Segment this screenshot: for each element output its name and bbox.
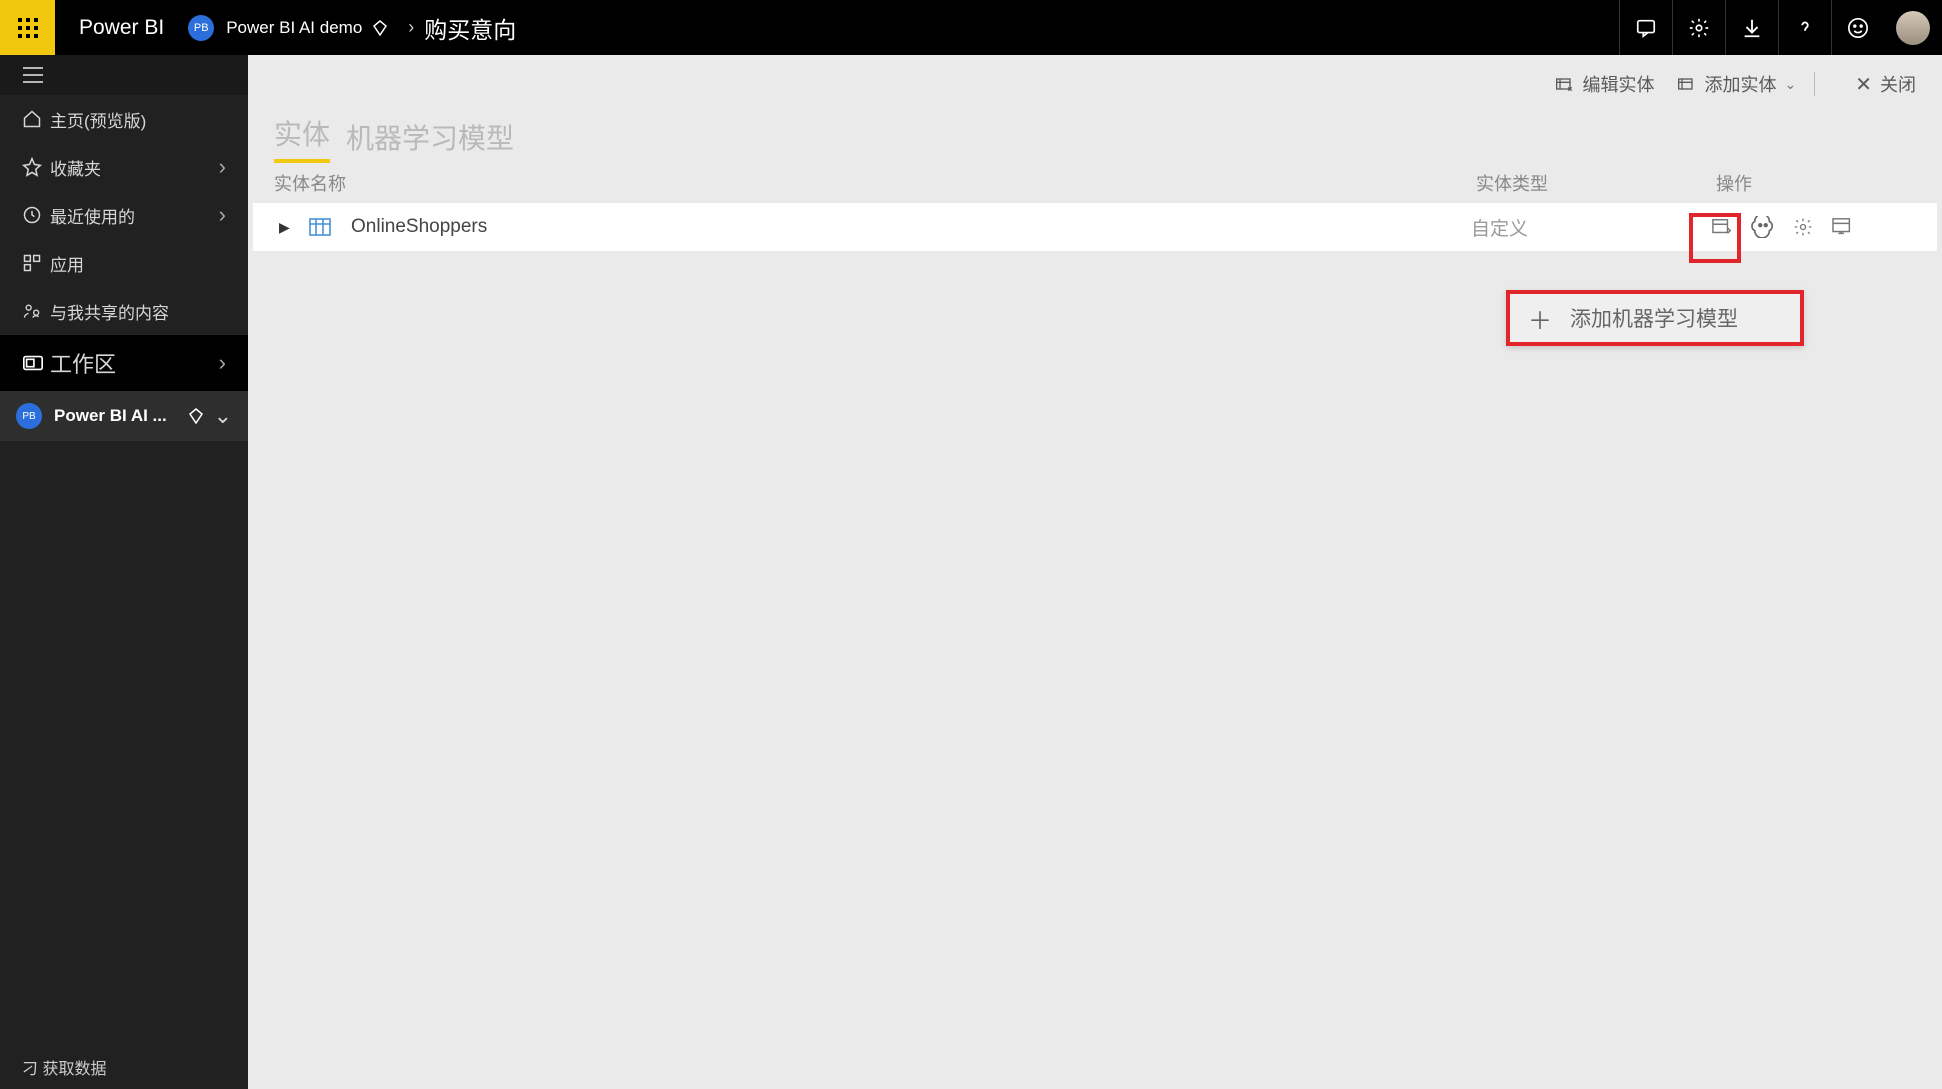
chevron-down-icon[interactable]: ⌄ <box>214 403 232 429</box>
column-headers: 实体名称 实体类型 操作 <box>248 163 1942 203</box>
edit-icon <box>1555 75 1575 93</box>
workspace-badge: PB <box>188 15 214 41</box>
op-view-icon[interactable] <box>1831 217 1855 237</box>
separator <box>1814 72 1815 96</box>
add-ml-model-popup[interactable]: ＋ 添加机器学习模型 <box>1506 290 1804 346</box>
expand-icon[interactable]: ▶ <box>279 219 295 236</box>
nav-label: 工作区 <box>50 347 219 379</box>
apps-icon <box>22 253 50 273</box>
tab-ml-models[interactable]: 机器学习模型 <box>346 117 514 163</box>
user-avatar[interactable] <box>1896 11 1930 45</box>
breadcrumb-separator-icon: › <box>408 17 414 38</box>
global-header: Power BI PB Power BI AI demo › 购买意向 <box>0 0 1942 55</box>
download-button[interactable] <box>1725 0 1778 55</box>
close-button[interactable]: ✕ 关闭 <box>1855 71 1916 97</box>
tab-entities[interactable]: 实体 <box>274 113 330 163</box>
nav-label: 最近使用的 <box>50 203 219 228</box>
tab-bar: 实体 机器学习模型 <box>248 113 1942 163</box>
edit-entity-label: 编辑实体 <box>1583 71 1655 97</box>
workspace-row[interactable]: PB Power BI AI ... ⌄ <box>0 391 248 441</box>
premium-icon <box>372 20 388 36</box>
op-refresh-icon[interactable] <box>1711 217 1733 237</box>
close-icon: ✕ <box>1855 72 1872 97</box>
nav-label: 主页(预览版) <box>50 107 226 132</box>
workspace-icon <box>22 352 50 374</box>
entity-type: 自定义 <box>1471 214 1711 241</box>
col-name: 实体名称 <box>274 170 1476 196</box>
star-icon <box>22 157 50 177</box>
feedback-button[interactable] <box>1831 0 1884 55</box>
breadcrumb-current: 购买意向 <box>424 11 516 45</box>
home-icon <box>22 109 50 129</box>
chevron-right-icon: › <box>219 202 226 228</box>
close-label: 关闭 <box>1880 71 1916 97</box>
nav-apps[interactable]: 应用 <box>0 239 248 287</box>
clock-icon <box>22 205 50 225</box>
left-sidebar: 主页(预览版) 收藏夹 › 最近使用的 › 应用 与我共享的内容 工作区 › P… <box>0 55 248 1089</box>
op-settings-icon[interactable] <box>1793 217 1813 237</box>
edit-entity-button[interactable]: 编辑实体 <box>1555 71 1655 97</box>
get-data-button[interactable]: 刁 获取数据 <box>0 1045 248 1089</box>
chevron-right-icon: › <box>219 154 226 180</box>
col-type: 实体类型 <box>1476 170 1716 196</box>
content-toolbar: 编辑实体 添加实体 ⌄ ✕ 关闭 <box>248 55 1942 113</box>
sidebar-toggle[interactable] <box>0 55 248 95</box>
nav-label: 与我共享的内容 <box>50 299 226 324</box>
nav-favorites[interactable]: 收藏夹 › <box>0 143 248 191</box>
plus-icon: ＋ <box>1528 301 1552 336</box>
help-button[interactable] <box>1778 0 1831 55</box>
premium-icon <box>188 408 204 424</box>
nav-label: 收藏夹 <box>50 155 219 180</box>
brand-label: Power BI <box>55 16 188 40</box>
nav-workspaces[interactable]: 工作区 › <box>0 335 248 391</box>
add-ml-model-label: 添加机器学习模型 <box>1570 303 1738 333</box>
settings-button[interactable] <box>1672 0 1725 55</box>
nav-label: 应用 <box>50 251 226 276</box>
nav-shared[interactable]: 与我共享的内容 <box>0 287 248 335</box>
entity-row[interactable]: ▶ OnlineShoppers 自定义 <box>253 203 1937 251</box>
chevron-right-icon: › <box>219 350 226 376</box>
chat-button[interactable] <box>1619 0 1672 55</box>
entity-ops <box>1711 216 1911 238</box>
main-content: 编辑实体 添加实体 ⌄ ✕ 关闭 实体 机器学习模型 实体名称 实体类型 操作 … <box>248 55 1942 1089</box>
workspace-name: Power BI AI ... <box>54 406 178 426</box>
add-entity-label: 添加实体 <box>1705 71 1777 97</box>
share-icon <box>22 301 50 321</box>
app-launcher-button[interactable] <box>0 0 55 55</box>
breadcrumb-workspace[interactable]: Power BI AI demo <box>226 18 362 38</box>
table-icon <box>309 218 331 236</box>
nav-recent[interactable]: 最近使用的 › <box>0 191 248 239</box>
workspace-mini-badge: PB <box>16 403 42 429</box>
entity-name: OnlineShoppers <box>351 216 1471 238</box>
add-table-icon <box>1677 75 1697 93</box>
nav-home[interactable]: 主页(预览版) <box>0 95 248 143</box>
op-ml-icon[interactable] <box>1751 216 1775 238</box>
col-ops: 操作 <box>1716 170 1916 196</box>
chevron-down-icon[interactable]: ⌄ <box>1785 76 1797 93</box>
add-entity-button[interactable]: 添加实体 ⌄ <box>1677 71 1797 97</box>
